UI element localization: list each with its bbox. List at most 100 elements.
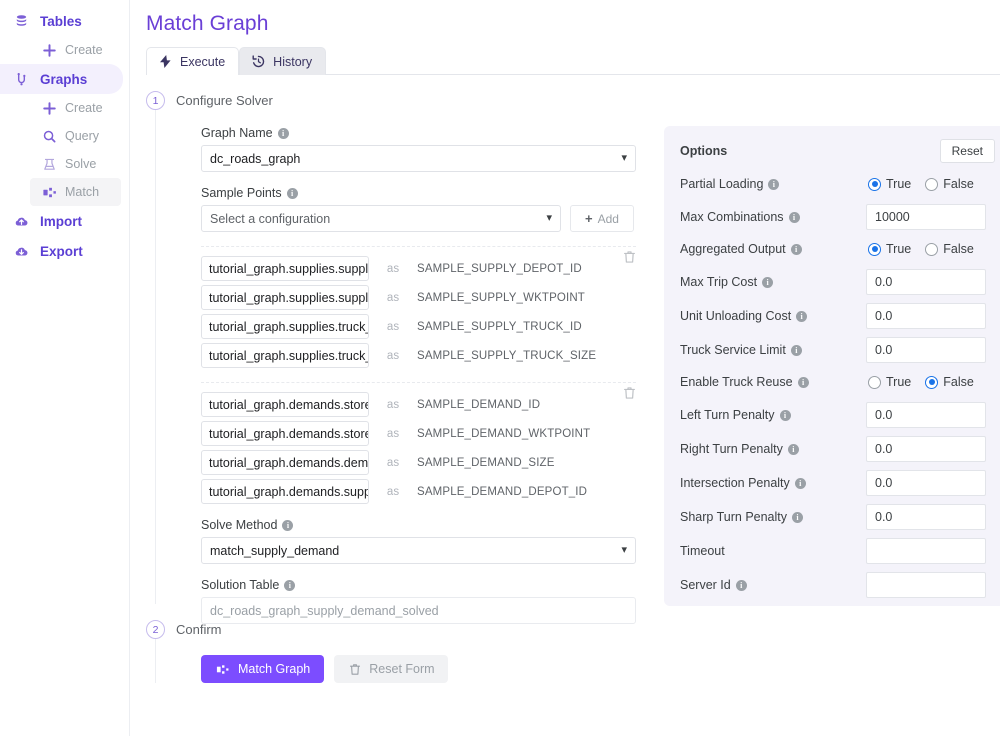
sidebar-item-query-4[interactable]: Query	[30, 122, 121, 150]
info-icon[interactable]: i	[736, 580, 747, 591]
mapping-as-label: as	[369, 399, 417, 411]
mapping-target-label: SAMPLE_SUPPLY_WKTPOINT	[417, 292, 585, 304]
radio-false-dot	[925, 376, 938, 389]
info-icon[interactable]: i	[796, 311, 807, 322]
option-label-row: Unit Unloading Costi	[680, 309, 866, 323]
tab-execute[interactable]: Execute	[146, 47, 239, 75]
action-button-row: Match Graph Reset Form	[201, 655, 1000, 683]
sidebar-item-label: Import	[40, 214, 82, 229]
option-row-unit-unloading-cost: Unit Unloading Costi0.0	[680, 303, 995, 329]
option-input[interactable]: 0.0	[866, 470, 986, 496]
radio-false[interactable]: False	[925, 375, 974, 389]
sidebar-item-label: Query	[65, 129, 99, 143]
sample-points-select[interactable]: Select a configuration ▾	[201, 205, 561, 232]
option-input[interactable]: 0.0	[866, 402, 986, 428]
option-input[interactable]: 0.0	[866, 436, 986, 462]
graph-name-label-row: Graph Name i	[201, 126, 646, 140]
option-row-right-turn-penalty: Right Turn Penaltyi0.0	[680, 436, 995, 462]
delete-group-icon[interactable]	[623, 386, 636, 403]
info-icon[interactable]: i	[795, 478, 806, 489]
option-label-row: Max Trip Costi	[680, 275, 866, 289]
option-row-timeout: Timeout	[680, 538, 995, 564]
info-icon[interactable]: i	[762, 277, 773, 288]
option-input[interactable]	[866, 538, 986, 564]
options-rows: Partial LoadingiTrueFalseMax Combination…	[680, 173, 995, 598]
info-icon[interactable]: i	[284, 580, 295, 591]
mapping-row: tutorial_graph.supplies.truck_asSAMPLE_S…	[201, 314, 646, 339]
sidebar-item-label: Create	[65, 43, 103, 57]
reset-options-button[interactable]: Reset	[940, 139, 995, 163]
sidebar-item-graphs-2[interactable]: Graphs	[0, 64, 123, 94]
option-label: Sharp Turn Penalty	[680, 510, 787, 524]
option-input[interactable]: 0.0	[866, 269, 986, 295]
mapping-source-input[interactable]: tutorial_graph.supplies.suppli	[201, 256, 369, 281]
option-label-row: Intersection Penaltyi	[680, 476, 866, 490]
trash-icon	[347, 662, 362, 677]
add-sample-point-button[interactable]: + Add	[570, 205, 634, 232]
info-icon[interactable]: i	[789, 212, 800, 223]
info-icon[interactable]: i	[278, 128, 289, 139]
reset-form-button[interactable]: Reset Form	[334, 655, 447, 683]
reset-form-label: Reset Form	[369, 662, 434, 676]
sidebar-item-import-7[interactable]: Import	[0, 206, 123, 236]
radio-false[interactable]: False	[925, 242, 974, 256]
match-graph-button[interactable]: Match Graph	[201, 655, 324, 683]
radio-true[interactable]: True	[868, 177, 911, 191]
step-configure-solver-header: 1 Configure Solver	[146, 91, 1000, 110]
mapping-source-input[interactable]: tutorial_graph.demands.supp	[201, 479, 369, 504]
option-label-row: Left Turn Penaltyi	[680, 408, 866, 422]
sidebar-item-match-6[interactable]: Match	[30, 178, 121, 206]
mapping-source-input[interactable]: tutorial_graph.demands.dema	[201, 450, 369, 475]
graph-name-select[interactable]: dc_roads_graph ▾	[201, 145, 636, 172]
mapping-source-input[interactable]: tutorial_graph.supplies.truck_	[201, 314, 369, 339]
info-icon[interactable]: i	[792, 512, 803, 523]
sidebar-item-create-3[interactable]: Create	[30, 94, 121, 122]
info-icon[interactable]: i	[287, 188, 298, 199]
info-icon[interactable]: i	[788, 444, 799, 455]
sidebar-item-label: Match	[65, 185, 99, 199]
info-icon[interactable]: i	[282, 520, 293, 531]
option-label: Truck Service Limit	[680, 343, 786, 357]
mapping-row: tutorial_graph.demands.suppasSAMPLE_DEMA…	[201, 479, 646, 504]
radio-true-dot	[868, 178, 881, 191]
option-row-truck-service-limit: Truck Service Limit i 0.0	[680, 337, 995, 363]
radio-false[interactable]: False	[925, 177, 974, 191]
option-input[interactable]	[866, 572, 986, 598]
sidebar-item-export-8[interactable]: Export	[0, 236, 123, 266]
info-icon[interactable]: i	[791, 345, 802, 356]
sidebar-item-tables-0[interactable]: Tables	[0, 6, 123, 36]
tab-history[interactable]: History	[239, 47, 326, 75]
sidebar-item-solve-5[interactable]: Solve	[30, 150, 121, 178]
sidebar-item-label: Solve	[65, 157, 96, 171]
option-input[interactable]: 0.0	[866, 504, 986, 530]
mapping-row: tutorial_graph.supplies.truck_asSAMPLE_S…	[201, 343, 646, 368]
step-label-configure-solver: Configure Solver	[176, 93, 273, 108]
info-icon[interactable]: i	[780, 410, 791, 421]
cloud-up-icon	[14, 214, 29, 229]
demands-mapping-group: tutorial_graph.demands.storeasSAMPLE_DEM…	[201, 382, 646, 504]
radio-true[interactable]: True	[868, 242, 911, 256]
mapping-source-input[interactable]: tutorial_graph.demands.store	[201, 392, 369, 417]
sidebar-item-create-1[interactable]: Create	[30, 36, 121, 64]
solve-method-value: match_supply_demand	[210, 544, 339, 558]
mapping-source-input[interactable]: tutorial_graph.demands.store	[201, 421, 369, 446]
solution-table-input[interactable]: dc_roads_graph_supply_demand_solved	[201, 597, 636, 624]
option-row-max-combinations: Max Combinationsi10000	[680, 204, 995, 230]
info-icon[interactable]: i	[768, 179, 779, 190]
radio-true[interactable]: True	[868, 375, 911, 389]
option-label-row: Timeout	[680, 544, 866, 558]
option-input[interactable]: 10000	[866, 204, 986, 230]
option-input[interactable]: 0.0	[866, 303, 986, 329]
mapping-source-input[interactable]: tutorial_graph.supplies.suppli	[201, 285, 369, 310]
mapping-row: tutorial_graph.supplies.suppliasSAMPLE_S…	[201, 256, 646, 281]
radio-true-label: True	[886, 242, 911, 256]
database-icon	[14, 14, 29, 29]
delete-group-icon[interactable]	[623, 250, 636, 267]
mapping-source-input[interactable]: tutorial_graph.supplies.truck_	[201, 343, 369, 368]
solve-method-select[interactable]: match_supply_demand ▾	[201, 537, 636, 564]
info-icon[interactable]: i	[798, 377, 809, 388]
info-icon[interactable]: i	[791, 244, 802, 255]
match-icon	[215, 662, 230, 677]
sample-points-row: Select a configuration ▾ + Add	[201, 205, 646, 232]
option-input[interactable]: 0.0	[866, 337, 986, 363]
